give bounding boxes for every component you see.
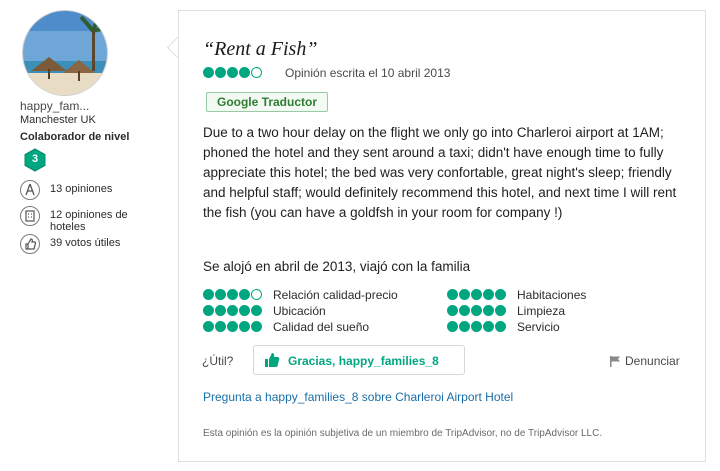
bubble-filled-icon — [459, 289, 470, 300]
bubble-filled-icon — [203, 289, 214, 300]
stat-helpful-votes-text: 39 votos útiles — [50, 237, 121, 249]
sub-rating-label: Ubicación — [273, 304, 326, 318]
sub-rating-bubbles — [203, 305, 262, 316]
sub-rating-label: Limpieza — [517, 304, 566, 318]
stat-reviews-text: 13 opiniones — [50, 183, 113, 195]
review-title[interactable]: “Rent a Fish” — [203, 38, 317, 61]
disclaimer-text: Esta opinión es la opinión subjetiva de … — [203, 428, 603, 439]
google-translate-button[interactable]: Google Traductor — [206, 92, 328, 112]
stay-info: Se alojó en abril de 2013, viajó con la … — [203, 259, 471, 274]
sub-rating-label: Calidad del sueño — [273, 320, 370, 334]
level-number: 3 — [31, 153, 39, 165]
bubble-filled-icon — [215, 67, 226, 78]
bubble-filled-icon — [227, 289, 238, 300]
report-label: Denunciar — [625, 354, 680, 368]
pen-icon — [20, 180, 40, 200]
bubble-filled-icon — [203, 67, 214, 78]
bubble-empty-icon — [251, 289, 262, 300]
bubble-filled-icon — [459, 321, 470, 332]
bubble-filled-icon — [495, 305, 506, 316]
review-date: Opinión escrita el 10 abril 2013 — [285, 66, 451, 80]
stat-hotel-reviews-text: 12 opiniones de hoteles — [50, 209, 128, 233]
sub-rating-label: Relación calidad-precio — [273, 288, 398, 302]
review-bubble-rating — [203, 67, 262, 78]
thanks-button-label: Gracias, happy_families_8 — [288, 354, 439, 368]
thumbs-up-icon — [20, 234, 40, 254]
thumbs-up-icon — [264, 352, 280, 373]
bubble-filled-icon — [251, 321, 262, 332]
avatar[interactable] — [22, 10, 108, 96]
bubble-filled-icon — [471, 321, 482, 332]
sub-rating-bubbles — [447, 289, 506, 300]
review-card: “Rent a Fish” Opinión escrita el 10 abri… — [178, 10, 706, 462]
bubble-filled-icon — [239, 67, 250, 78]
sub-rating-bubbles — [447, 305, 506, 316]
bubble-filled-icon — [227, 321, 238, 332]
bubble-filled-icon — [239, 321, 250, 332]
level-badge-icon: 3 — [24, 148, 46, 172]
bubble-filled-icon — [203, 305, 214, 316]
bubble-filled-icon — [495, 321, 506, 332]
bubble-filled-icon — [483, 321, 494, 332]
contributor-level-label: Colaborador de nivel — [20, 131, 130, 143]
thanks-button[interactable]: Gracias, happy_families_8 — [253, 345, 465, 375]
bubble-filled-icon — [483, 289, 494, 300]
bubble-filled-icon — [227, 67, 238, 78]
bubble-filled-icon — [227, 305, 238, 316]
bubble-empty-icon — [251, 67, 262, 78]
sub-rating-bubbles — [447, 321, 506, 332]
hotel-icon — [20, 206, 40, 226]
bubble-filled-icon — [447, 321, 458, 332]
bubble-filled-icon — [251, 305, 262, 316]
bubble-filled-icon — [483, 305, 494, 316]
bubble-filled-icon — [471, 289, 482, 300]
bubble-filled-icon — [471, 305, 482, 316]
reviewer-username[interactable]: happy_fam... — [20, 99, 89, 113]
bubble-filled-icon — [239, 305, 250, 316]
bubble-filled-icon — [203, 321, 214, 332]
reviewer-location: Manchester UK — [20, 114, 96, 126]
bubble-filled-icon — [215, 321, 226, 332]
helpful-label: ¿Útil? — [202, 354, 234, 368]
bubble-filled-icon — [495, 289, 506, 300]
sub-rating-bubbles — [203, 289, 262, 300]
sub-rating-label: Servicio — [517, 320, 560, 334]
bubble-filled-icon — [239, 289, 250, 300]
bubble-filled-icon — [215, 289, 226, 300]
ask-reviewer-link[interactable]: Pregunta a happy_families_8 sobre Charle… — [203, 390, 513, 404]
sub-rating-label: Habitaciones — [517, 288, 587, 302]
flag-icon — [609, 355, 621, 370]
bubble-filled-icon — [447, 289, 458, 300]
bubble-filled-icon — [447, 305, 458, 316]
sub-rating-bubbles — [203, 321, 262, 332]
bubble-filled-icon — [459, 305, 470, 316]
review-body: Due to a two hour delay on the flight we… — [203, 125, 677, 220]
bubble-filled-icon — [215, 305, 226, 316]
